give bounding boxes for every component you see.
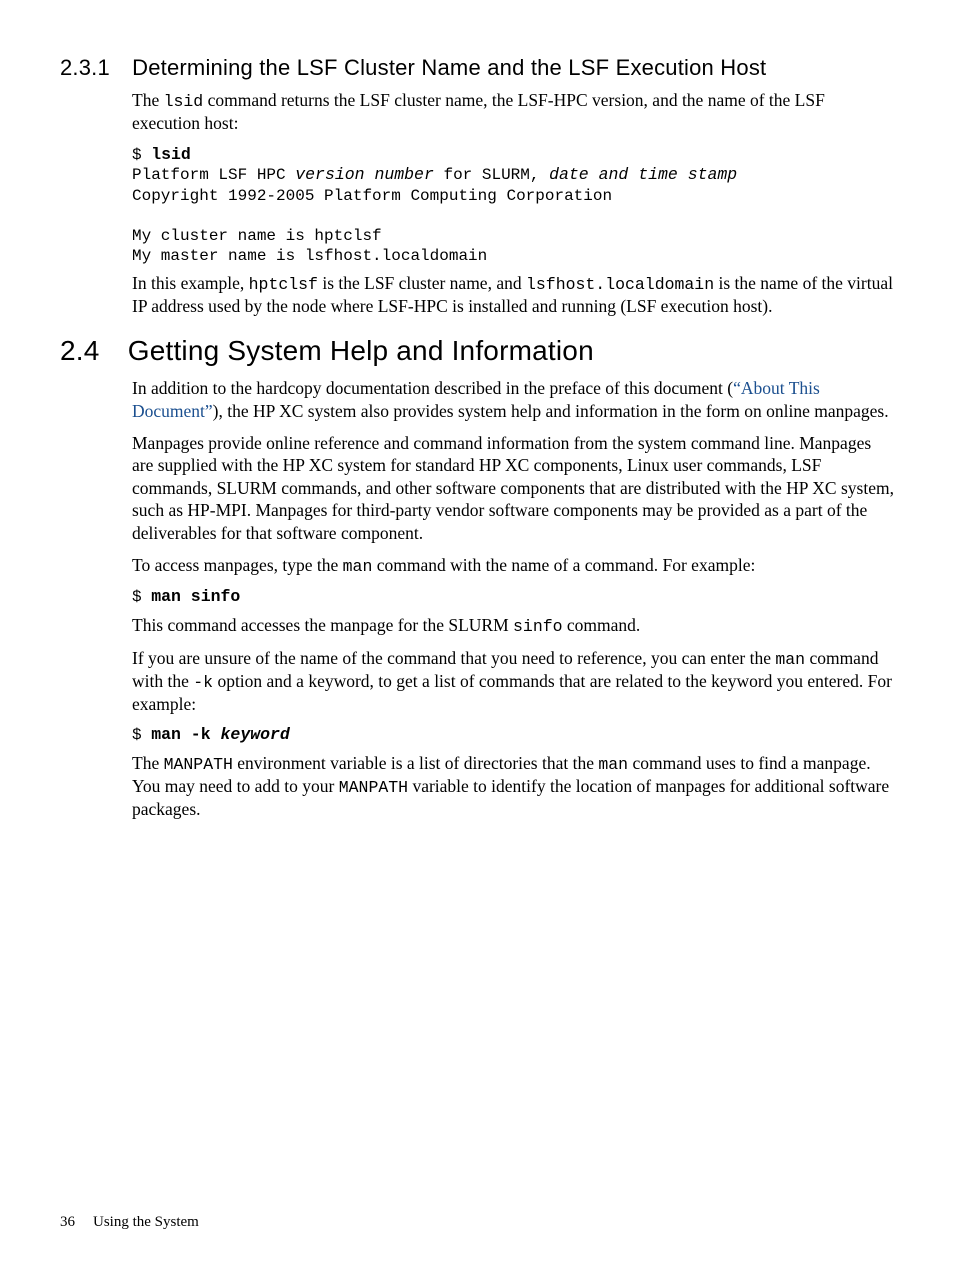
page-footer: 36 Using the System [60,1214,199,1231]
paragraph: The lsid command returns the LSF cluster… [132,89,894,135]
paragraph: If you are unsure of the name of the com… [132,647,894,716]
paragraph: In addition to the hardcopy documentatio… [132,377,894,422]
code-inline-k: -k [193,673,213,692]
code-command: man sinfo [151,587,240,606]
prompt: $ [132,146,151,164]
code-inline-manpath: MANPATH [164,755,233,774]
heading-2-3-1: 2.3.1 Determining the LSF Cluster Name a… [60,55,894,81]
code-inline-man: man [598,755,628,774]
code-command: man -k [151,725,220,744]
code-line: My cluster name is hptclsf [132,227,382,245]
code-line: My master name is lsfhost.localdomain [132,247,487,265]
code-block-man-k: $ man -k keyword [132,725,894,746]
code-inline-hptclsf: hptclsf [249,275,318,294]
code-inline-lsid: lsid [164,92,204,111]
code-inline-lsfhost: lsfhost.localdomain [526,275,714,294]
text: environment variable is a list of direct… [233,753,598,773]
code-placeholder: date and time stamp [549,165,737,184]
code-inline-sinfo: sinfo [513,617,563,636]
paragraph: The MANPATH environment variable is a li… [132,752,894,821]
prompt: $ [132,588,151,606]
code-block-man-sinfo: $ man sinfo [132,587,894,608]
text: This command accesses the manpage for th… [132,615,513,635]
page-number: 36 [60,1214,75,1230]
text: If you are unsure of the name of the com… [132,648,775,668]
text: To access manpages, type the [132,555,343,575]
text: is the LSF cluster name, and [318,273,526,293]
section-2-4-body: In addition to the hardcopy documentatio… [132,377,894,820]
heading-2-4: 2.4 Getting System Help and Information [60,335,894,367]
code-block-lsid-output: $ lsid Platform LSF HPC version number f… [132,145,894,266]
text: command with the name of a command. For … [372,555,755,575]
prompt: $ [132,726,151,744]
text: In this example, [132,273,249,293]
paragraph: To access manpages, type the man command… [132,554,894,577]
code-line: Copyright 1992-2005 Platform Computing C… [132,187,612,205]
text: The [132,753,164,773]
code-line: for SLURM, [434,166,549,184]
paragraph: Manpages provide online reference and co… [132,432,894,544]
code-line: Platform LSF HPC [132,166,295,184]
text: In addition to the hardcopy documentatio… [132,378,733,398]
code-inline-manpath: MANPATH [339,778,408,797]
text: command. [563,615,641,635]
text: command returns the LSF cluster name, th… [132,90,825,133]
code-inline-man: man [343,557,373,576]
code-placeholder: version number [295,165,434,184]
section-2-3-1-body: The lsid command returns the LSF cluster… [132,89,894,317]
paragraph: This command accesses the manpage for th… [132,614,894,637]
text: ), the HP XC system also provides system… [213,401,889,421]
text: option and a keyword, to get a list of c… [132,671,892,714]
text: The [132,90,164,110]
code-inline-man: man [775,650,805,669]
paragraph: In this example, hptclsf is the LSF clus… [132,272,894,318]
code-command: lsid [151,145,191,164]
footer-title: Using the System [93,1214,199,1230]
code-placeholder-keyword: keyword [221,725,290,744]
page-content: 2.3.1 Determining the LSF Cluster Name a… [0,0,954,821]
